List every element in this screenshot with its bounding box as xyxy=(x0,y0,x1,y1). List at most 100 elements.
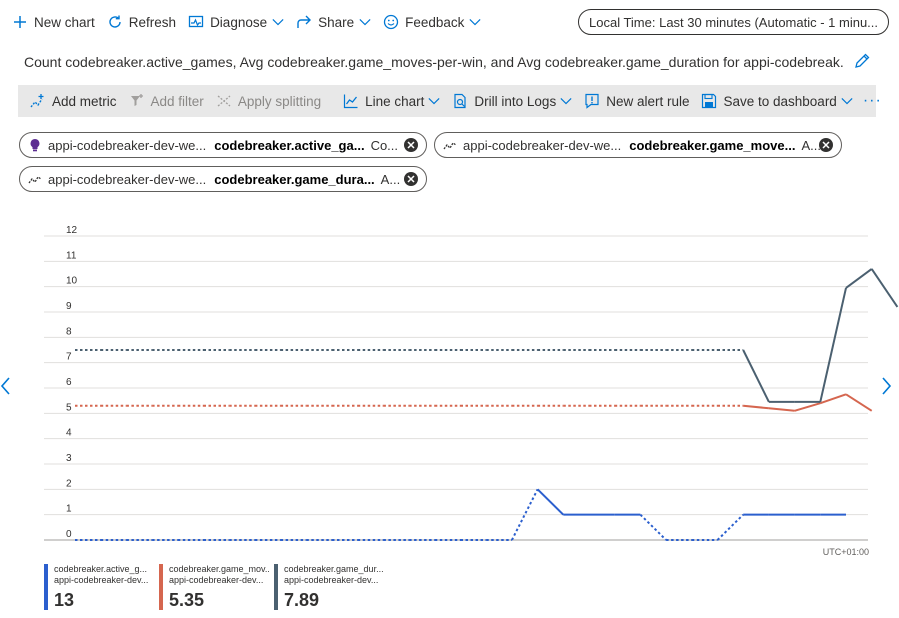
filter-icon xyxy=(129,93,145,109)
series-segment xyxy=(819,287,847,403)
timezone-label: UTC+01:00 xyxy=(823,547,869,557)
y-tick-label: 6 xyxy=(66,377,72,388)
series-segment xyxy=(819,393,847,405)
refresh-label: Refresh xyxy=(128,14,177,30)
apply-splitting-label: Apply splitting xyxy=(237,93,322,109)
legend-value: 5.35 xyxy=(169,590,205,610)
plus-icon xyxy=(12,14,28,30)
y-tick-label: 5 xyxy=(66,402,72,413)
save-to-dashboard-label: Save to dashboard xyxy=(723,93,837,109)
legend-metric: codebreaker.game_dur... xyxy=(284,564,384,574)
diagnose-label: Diagnose xyxy=(210,14,268,30)
drill-into-logs-label: Drill into Logs xyxy=(474,93,557,109)
logs-icon xyxy=(452,93,468,109)
y-tick-label: 11 xyxy=(66,250,77,261)
series-segment xyxy=(742,349,770,403)
feedback-label: Feedback xyxy=(405,14,465,30)
add-metric-icon xyxy=(30,93,46,109)
legend-item-game-duration[interactable]: codebreaker.game_dur... appi-codebreaker… xyxy=(274,564,384,614)
chart-series xyxy=(75,268,899,541)
chevron-left-icon[interactable] xyxy=(0,376,12,396)
legend-color-bar xyxy=(44,564,48,610)
diagnose-icon xyxy=(188,14,204,30)
y-tick-label: 3 xyxy=(66,453,72,464)
series-segment xyxy=(536,488,565,516)
pencil-icon[interactable] xyxy=(853,52,871,70)
y-axis-labels: 0123456789101112 xyxy=(66,225,78,540)
pill-resource: appi-codebreaker-dev-we... xyxy=(48,171,207,187)
series-segment xyxy=(716,513,744,541)
metric-pill-game-duration[interactable]: appi-codebreaker-dev-we... codebreaker.g… xyxy=(19,166,427,192)
pill-resource: appi-codebreaker-dev-we... xyxy=(463,137,622,153)
apply-splitting-button[interactable]: Apply splitting xyxy=(210,85,327,117)
refresh-button[interactable]: Refresh xyxy=(101,7,182,37)
alert-icon xyxy=(584,93,600,109)
chevron-right-icon[interactable] xyxy=(880,376,892,396)
diagnose-button[interactable]: Diagnose xyxy=(182,7,290,37)
metric-pill-game-moves[interactable]: appi-codebreaker-dev-we... codebreaker.g… xyxy=(434,132,842,158)
series-segment xyxy=(845,393,873,412)
add-filter-label: Add filter xyxy=(150,93,204,109)
pill-aggregation: Co... xyxy=(370,137,399,153)
pill-metric: codebreaker.active_ga... xyxy=(214,137,365,153)
chart-title-row: Count codebreaker.active_games, Avg code… xyxy=(24,52,884,72)
y-tick-label: 10 xyxy=(66,276,78,287)
legend-resource: appi-codebreaker-dev... xyxy=(284,575,379,585)
pill-resource: appi-codebreaker-dev-we... xyxy=(48,137,207,153)
share-button[interactable]: Share xyxy=(290,7,377,37)
metric-pill-active-games[interactable]: appi-codebreaker-dev-we... codebreaker.a… xyxy=(19,132,427,158)
refresh-icon xyxy=(107,14,123,30)
save-icon xyxy=(701,93,717,109)
legend-resource: appi-codebreaker-dev... xyxy=(169,575,264,585)
new-chart-button[interactable]: New chart xyxy=(6,7,101,37)
chevron-down-icon xyxy=(560,95,572,107)
chevron-down-icon xyxy=(841,95,853,107)
add-metric-button[interactable]: Add metric xyxy=(24,85,123,117)
close-icon[interactable] xyxy=(404,172,418,186)
chart-title[interactable]: Count codebreaker.active_games, Avg code… xyxy=(24,54,844,70)
y-tick-label: 12 xyxy=(66,225,78,236)
series-segment xyxy=(768,407,795,412)
save-to-dashboard-button[interactable]: Save to dashboard xyxy=(695,85,858,117)
y-tick-label: 8 xyxy=(66,326,72,337)
time-range-label: Local Time: Last 30 minutes (Automatic -… xyxy=(589,14,879,30)
new-alert-rule-button[interactable]: New alert rule xyxy=(578,85,695,117)
y-tick-label: 4 xyxy=(66,428,72,439)
line-chart-label: Line chart xyxy=(365,93,425,109)
pill-metric: codebreaker.game_move... xyxy=(629,137,796,153)
share-icon xyxy=(296,14,312,30)
legend-value: 13 xyxy=(54,590,75,610)
drill-into-logs-button[interactable]: Drill into Logs xyxy=(446,85,578,117)
y-tick-label: 9 xyxy=(66,301,72,312)
chevron-down-icon xyxy=(469,16,482,28)
series-segment xyxy=(870,268,899,308)
metric-line-icon xyxy=(28,172,42,186)
add-metric-label: Add metric xyxy=(52,93,117,109)
chevron-down-icon xyxy=(272,16,284,28)
legend-item-active-games[interactable]: codebreaker.active_g... appi-codebreaker… xyxy=(44,564,152,614)
add-filter-button[interactable]: Add filter xyxy=(123,85,210,117)
line-chart[interactable]: 0123456789101112 UTC+01:00 xyxy=(0,220,899,560)
series-1 xyxy=(75,393,873,412)
legend-resource: appi-codebreaker-dev... xyxy=(54,575,149,585)
series-2 xyxy=(75,268,899,403)
series-segment xyxy=(639,513,667,541)
time-range-button[interactable]: Local Time: Last 30 minutes (Automatic -… xyxy=(578,9,889,35)
legend-metric: codebreaker.active_g... xyxy=(54,564,148,574)
new-chart-label: New chart xyxy=(34,14,95,30)
legend-metric: codebreaker.game_mov... xyxy=(169,564,269,574)
splitting-icon xyxy=(216,93,232,109)
feedback-button[interactable]: Feedback xyxy=(377,7,487,37)
series-segment xyxy=(794,402,821,412)
line-chart-button[interactable]: Line chart xyxy=(337,85,446,117)
legend-color-bar xyxy=(159,564,163,610)
smiley-icon xyxy=(383,14,399,30)
legend-value: 7.89 xyxy=(284,590,320,610)
chevron-down-icon xyxy=(359,16,371,28)
series-segment xyxy=(845,268,873,289)
close-icon[interactable] xyxy=(404,138,418,152)
close-icon[interactable] xyxy=(819,138,833,152)
y-tick-label: 1 xyxy=(66,504,72,515)
more-options-button[interactable]: ··· xyxy=(863,92,882,110)
legend-item-game-moves[interactable]: codebreaker.game_mov... appi-codebreaker… xyxy=(159,564,269,614)
